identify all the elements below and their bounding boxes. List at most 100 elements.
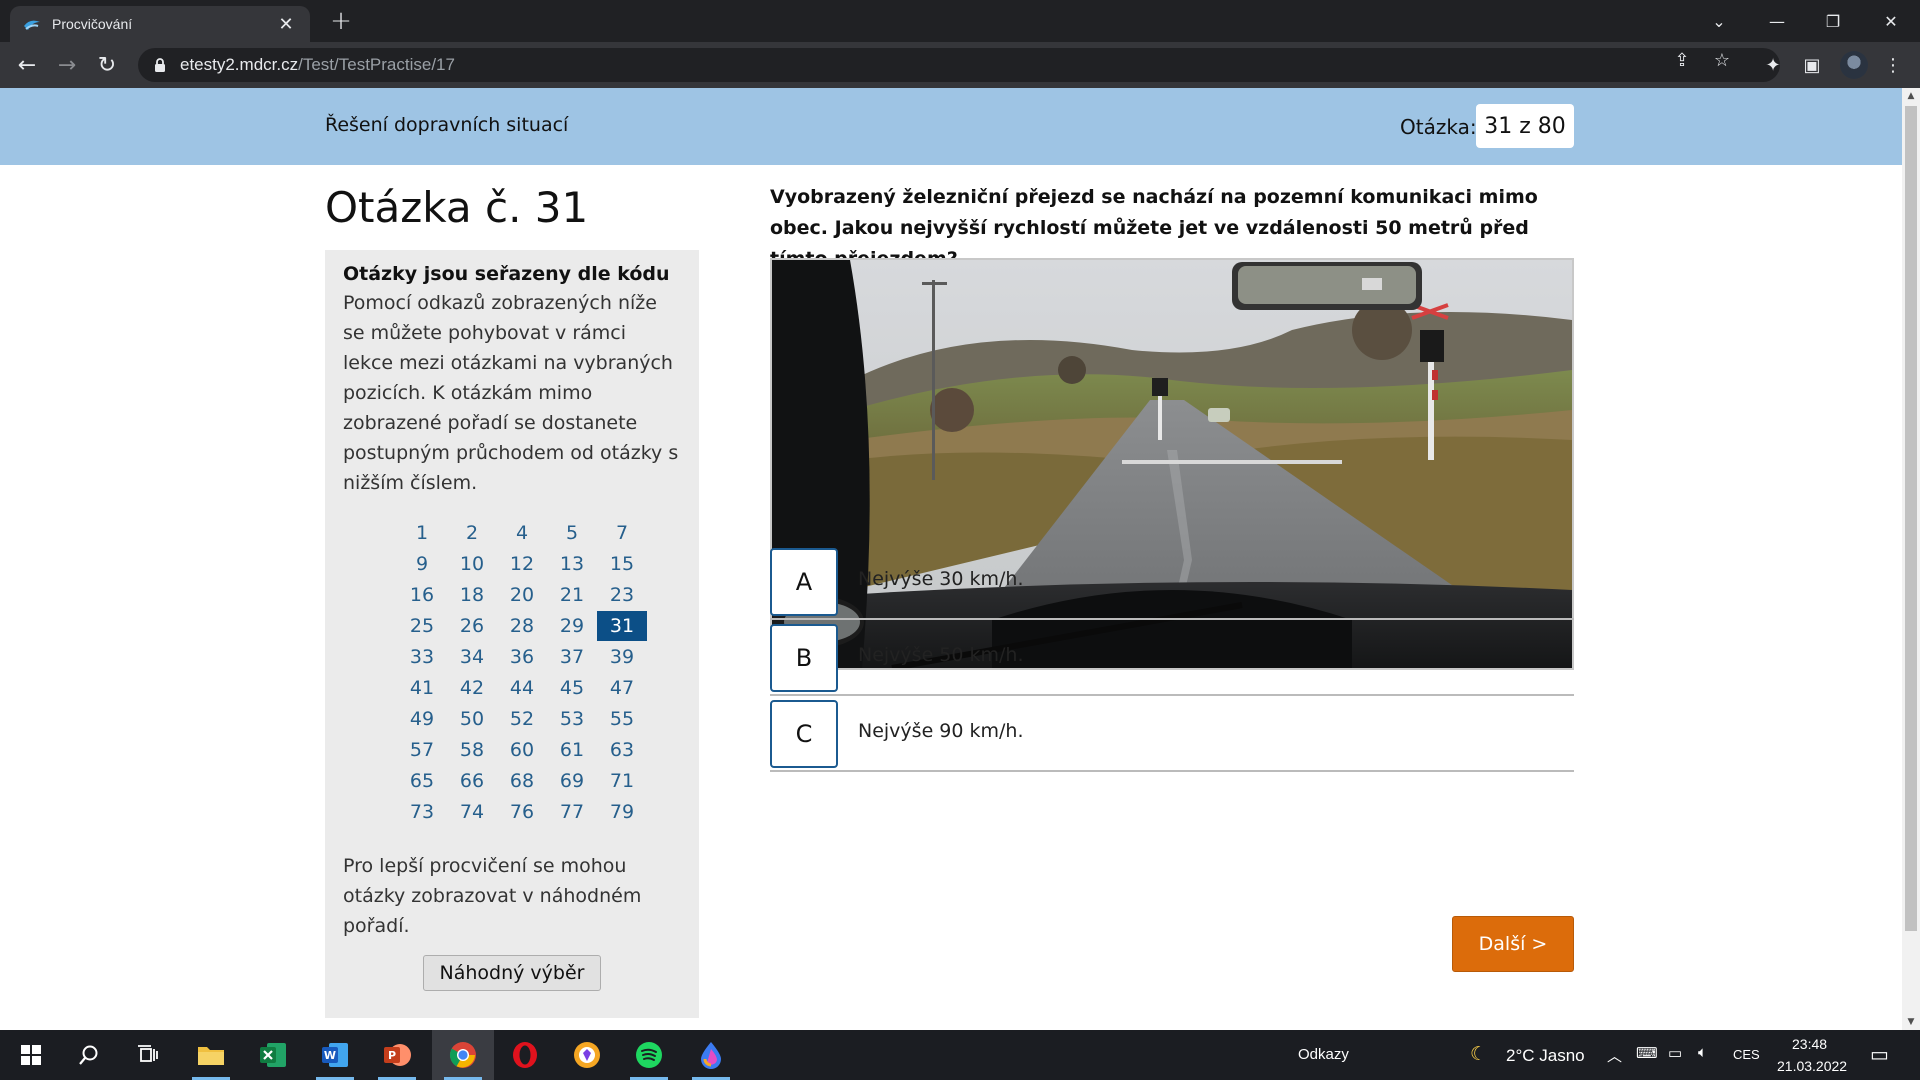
- scroll-thumb[interactable]: [1905, 106, 1917, 931]
- file-explorer-icon[interactable]: [180, 1030, 242, 1080]
- question-link[interactable]: 5: [547, 518, 597, 548]
- question-link[interactable]: 77: [547, 797, 597, 827]
- question-link[interactable]: 69: [547, 766, 597, 796]
- word-icon[interactable]: W: [304, 1030, 366, 1080]
- random-selection-button[interactable]: Náhodný výběr: [423, 955, 601, 991]
- question-link[interactable]: 50: [447, 704, 497, 734]
- question-link[interactable]: 1: [397, 518, 447, 548]
- side-panel-icon[interactable]: ▣: [1797, 50, 1827, 80]
- question-link[interactable]: 73: [397, 797, 447, 827]
- question-link[interactable]: 42: [447, 673, 497, 703]
- reload-icon[interactable]: ↻: [92, 50, 122, 80]
- links-toolbar-label[interactable]: Odkazy: [1298, 1046, 1349, 1063]
- question-link[interactable]: 76: [497, 797, 547, 827]
- question-link[interactable]: 79: [597, 797, 647, 827]
- address-bar[interactable]: etesty2.mdcr.cz/Test/TestPractise/17: [138, 48, 1780, 82]
- network-icon[interactable]: ⌨: [1636, 1044, 1658, 1062]
- question-link[interactable]: 37: [547, 642, 597, 672]
- answer-letter[interactable]: B: [770, 624, 838, 692]
- language-indicator[interactable]: CES: [1733, 1047, 1760, 1062]
- weather-text[interactable]: 2°C Jasno: [1506, 1046, 1585, 1066]
- answer-text[interactable]: Nejvýše 50 km/h.: [858, 644, 1024, 666]
- task-view-icon[interactable]: [118, 1030, 180, 1080]
- question-link[interactable]: 66: [447, 766, 497, 796]
- page-scrollbar[interactable]: ▲ ▼: [1902, 88, 1920, 1030]
- question-link[interactable]: 63: [597, 735, 647, 765]
- new-tab-icon[interactable]: +: [326, 6, 356, 36]
- answer-option-a[interactable]: A Nejvýše 30 km/h.: [770, 548, 1574, 620]
- start-icon[interactable]: [0, 1030, 62, 1080]
- tab-search-icon[interactable]: ⌄: [1694, 0, 1744, 42]
- chrome-icon[interactable]: [432, 1030, 494, 1080]
- minimize-icon[interactable]: —: [1752, 0, 1802, 42]
- question-link[interactable]: 49: [397, 704, 447, 734]
- opera-icon[interactable]: [494, 1030, 556, 1080]
- question-link[interactable]: 44: [497, 673, 547, 703]
- question-link[interactable]: 74: [447, 797, 497, 827]
- show-hidden-icons-icon[interactable]: ︿: [1607, 1045, 1622, 1066]
- answer-letter[interactable]: C: [770, 700, 838, 768]
- brave-vpn-icon[interactable]: [556, 1030, 618, 1080]
- restore-icon[interactable]: ❐: [1808, 0, 1858, 42]
- question-link[interactable]: 34: [447, 642, 497, 672]
- notifications-icon[interactable]: ▭: [1870, 1042, 1889, 1067]
- question-link[interactable]: 45: [547, 673, 597, 703]
- question-link[interactable]: 58: [447, 735, 497, 765]
- menu-icon[interactable]: ⋮: [1878, 50, 1908, 80]
- browser-tab[interactable]: Procvičování ✕: [10, 6, 310, 42]
- question-link[interactable]: 41: [397, 673, 447, 703]
- scroll-down-icon[interactable]: ▼: [1902, 1014, 1920, 1030]
- question-link[interactable]: 60: [497, 735, 547, 765]
- question-link[interactable]: 39: [597, 642, 647, 672]
- spotify-icon[interactable]: [618, 1030, 680, 1080]
- close-window-icon[interactable]: ✕: [1866, 0, 1916, 42]
- question-link[interactable]: 10: [447, 549, 497, 579]
- drop-app-icon[interactable]: [680, 1030, 742, 1080]
- clock-date[interactable]: 21.03.2022: [1777, 1058, 1847, 1074]
- question-link[interactable]: 26: [447, 611, 497, 641]
- excel-icon[interactable]: [242, 1030, 304, 1080]
- question-link[interactable]: 13: [547, 549, 597, 579]
- question-link[interactable]: 12: [497, 549, 547, 579]
- question-link[interactable]: 33: [397, 642, 447, 672]
- question-link[interactable]: 15: [597, 549, 647, 579]
- question-link[interactable]: 2: [447, 518, 497, 548]
- question-link[interactable]: 28: [497, 611, 547, 641]
- question-link[interactable]: 71: [597, 766, 647, 796]
- question-link[interactable]: 4: [497, 518, 547, 548]
- question-link[interactable]: 9: [397, 549, 447, 579]
- scroll-up-icon[interactable]: ▲: [1902, 88, 1920, 104]
- answer-text[interactable]: Nejvýše 90 km/h.: [858, 720, 1024, 742]
- back-icon[interactable]: ←: [12, 50, 42, 80]
- volume-icon[interactable]: 🔈︎: [1698, 1044, 1707, 1061]
- bookmark-star-icon[interactable]: ☆: [1712, 50, 1732, 71]
- answer-option-b[interactable]: B Nejvýše 50 km/h.: [770, 624, 1574, 696]
- question-link[interactable]: 29: [547, 611, 597, 641]
- question-link-current[interactable]: 31: [597, 611, 647, 641]
- clock-time[interactable]: 23:48: [1792, 1036, 1827, 1052]
- question-link[interactable]: 68: [497, 766, 547, 796]
- question-link[interactable]: 20: [497, 580, 547, 610]
- question-link[interactable]: 61: [547, 735, 597, 765]
- question-link[interactable]: 65: [397, 766, 447, 796]
- next-button[interactable]: Další >: [1452, 916, 1574, 972]
- question-link[interactable]: 36: [497, 642, 547, 672]
- answer-option-c[interactable]: C Nejvýše 90 km/h.: [770, 700, 1574, 772]
- question-link[interactable]: 23: [597, 580, 647, 610]
- powerpoint-icon[interactable]: P: [366, 1030, 428, 1080]
- profile-avatar[interactable]: [1840, 51, 1868, 79]
- share-icon[interactable]: ⇪: [1672, 50, 1692, 71]
- question-link[interactable]: 7: [597, 518, 647, 548]
- extensions-icon[interactable]: ✦: [1758, 50, 1788, 80]
- battery-icon[interactable]: ▭: [1668, 1044, 1682, 1062]
- answer-text[interactable]: Nejvýše 30 km/h.: [858, 568, 1024, 590]
- question-link[interactable]: 25: [397, 611, 447, 641]
- question-link[interactable]: 21: [547, 580, 597, 610]
- question-link[interactable]: 55: [597, 704, 647, 734]
- answer-letter[interactable]: A: [770, 548, 838, 616]
- question-link[interactable]: 16: [397, 580, 447, 610]
- question-link[interactable]: 53: [547, 704, 597, 734]
- forward-icon[interactable]: →: [52, 50, 82, 80]
- question-link[interactable]: 52: [497, 704, 547, 734]
- question-link[interactable]: 18: [447, 580, 497, 610]
